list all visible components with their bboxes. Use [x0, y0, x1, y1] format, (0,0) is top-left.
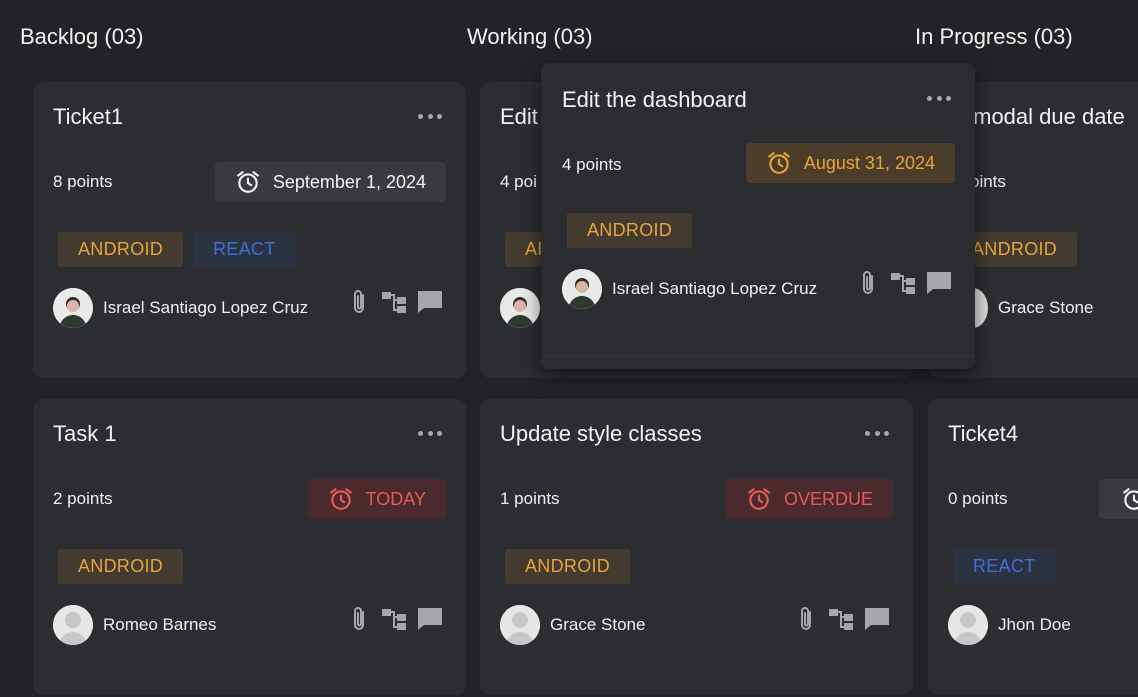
divider [541, 356, 975, 357]
ticket-card[interactable]: Task 1 2 points TODAY ANDROID Romeo Barn… [33, 399, 466, 695]
paperclip-icon[interactable] [348, 288, 372, 316]
tag-list: ANDROID [960, 232, 1078, 267]
alarm-clock-icon [329, 488, 352, 510]
more-horizontal-icon[interactable] [865, 426, 889, 440]
subtasks-icon[interactable] [827, 606, 855, 632]
card-title: Edit [500, 104, 538, 129]
avatar [500, 288, 540, 328]
tag-react: REACT [193, 232, 296, 267]
due-date-text: TODAY [365, 488, 426, 509]
due-date-badge: September 1, 2024 [214, 162, 446, 202]
assignee: Israel Santiago Lopez Cruz [53, 288, 308, 328]
alarm-clock-icon [237, 171, 259, 193]
card-points: 2 points [53, 489, 113, 508]
due-date-text: OVERDUE [783, 488, 873, 509]
avatar [562, 269, 602, 309]
subtasks-icon[interactable] [380, 606, 408, 632]
assignee-name: Grace Stone [998, 298, 1094, 317]
card-points: 1 points [500, 489, 560, 508]
ticket-card[interactable]: Ticket4 0 points REACT Jhon Doe [928, 399, 1138, 695]
due-date-text: September 1, 2024 [272, 171, 426, 192]
card-title: Task 1 [53, 421, 117, 446]
comment-icon[interactable] [416, 289, 444, 315]
ticket-card[interactable]: Ticket1 8 points September 1, 2024 ANDRO… [33, 82, 466, 378]
tag-list: ANDROID [567, 213, 693, 248]
assignee-name: Romeo Barnes [103, 615, 217, 634]
tag-list: ANDROID [505, 549, 631, 584]
paperclip-icon[interactable] [348, 605, 372, 633]
column-title-backlog: Backlog (03) [20, 24, 144, 49]
due-date-badge [1099, 479, 1138, 519]
assignee-name: Grace Stone [550, 615, 646, 634]
avatar [500, 605, 540, 645]
tag-react: REACT [953, 549, 1056, 584]
alarm-clock-icon [1123, 488, 1138, 510]
assignee-name: Jhon Doe [998, 615, 1071, 634]
card-title: Edit the dashboard [562, 87, 747, 112]
more-horizontal-icon[interactable] [418, 109, 442, 123]
due-date-badge: August 31, 2024 [745, 143, 955, 183]
card-actions [857, 269, 953, 297]
tag-list: REACT [953, 549, 1056, 584]
card-title: Ticket4 [948, 421, 1019, 446]
paperclip-icon[interactable] [795, 605, 819, 633]
tag-android: ANDROID [505, 549, 631, 584]
ticket-card[interactable]: Update style classes 1 points OVERDUE AN… [480, 399, 913, 695]
assignee: Grace Stone [500, 605, 645, 645]
assignee: Romeo Barnes [53, 605, 216, 645]
column-title-in-progress: In Progress (03) [915, 24, 1073, 49]
tag-android: ANDROID [58, 232, 184, 267]
more-horizontal-icon[interactable] [418, 426, 442, 440]
card-actions [795, 605, 891, 633]
card-points: 8 points [53, 172, 113, 191]
more-horizontal-icon[interactable] [927, 91, 951, 105]
card-points: oints [970, 172, 1006, 191]
tag-android: ANDROID [567, 213, 693, 248]
assignee [500, 288, 540, 328]
card-points: 4 poi [500, 172, 537, 191]
card-title: k modal due date [956, 104, 1125, 129]
tag-android: ANDROID [960, 232, 1078, 267]
tag-list: ANDROID REACT [58, 232, 296, 267]
card-points: 4 points [562, 155, 622, 174]
assignee: Grace Stone [958, 288, 1093, 328]
due-date-badge: OVERDUE [725, 479, 893, 519]
due-date-text: August 31, 2024 [803, 152, 935, 173]
comment-icon[interactable] [416, 606, 444, 632]
card-actions [348, 288, 444, 316]
kanban-board: Backlog (03) Working (03) In Progress (0… [0, 0, 1138, 697]
assignee: Jhon Doe [948, 605, 1071, 645]
card-title: Update style classes [500, 421, 702, 446]
paperclip-icon[interactable] [857, 269, 881, 297]
avatar [53, 605, 93, 645]
tag-android: ANDROID [58, 549, 184, 584]
alarm-clock-icon [748, 488, 770, 510]
card-title: Ticket1 [53, 104, 124, 129]
card-points: 0 points [948, 489, 1008, 508]
due-date-badge: TODAY [307, 479, 446, 519]
comment-icon[interactable] [925, 270, 953, 296]
dragged-ticket-card[interactable]: Edit the dashboard 4 points August 31, 2… [541, 63, 975, 369]
tag-list: ANDROID [58, 549, 184, 584]
avatar [948, 605, 988, 645]
column-title-working: Working (03) [467, 24, 593, 49]
subtasks-icon[interactable] [380, 289, 408, 315]
avatar [53, 288, 93, 328]
card-actions [348, 605, 444, 633]
assignee-name: Israel Santiago Lopez Cruz [103, 298, 309, 317]
comment-icon[interactable] [863, 606, 891, 632]
assignee-name: Israel Santiago Lopez Cruz [612, 279, 818, 298]
alarm-clock-icon [768, 152, 790, 174]
assignee: Israel Santiago Lopez Cruz [562, 269, 817, 309]
subtasks-icon[interactable] [889, 270, 917, 296]
